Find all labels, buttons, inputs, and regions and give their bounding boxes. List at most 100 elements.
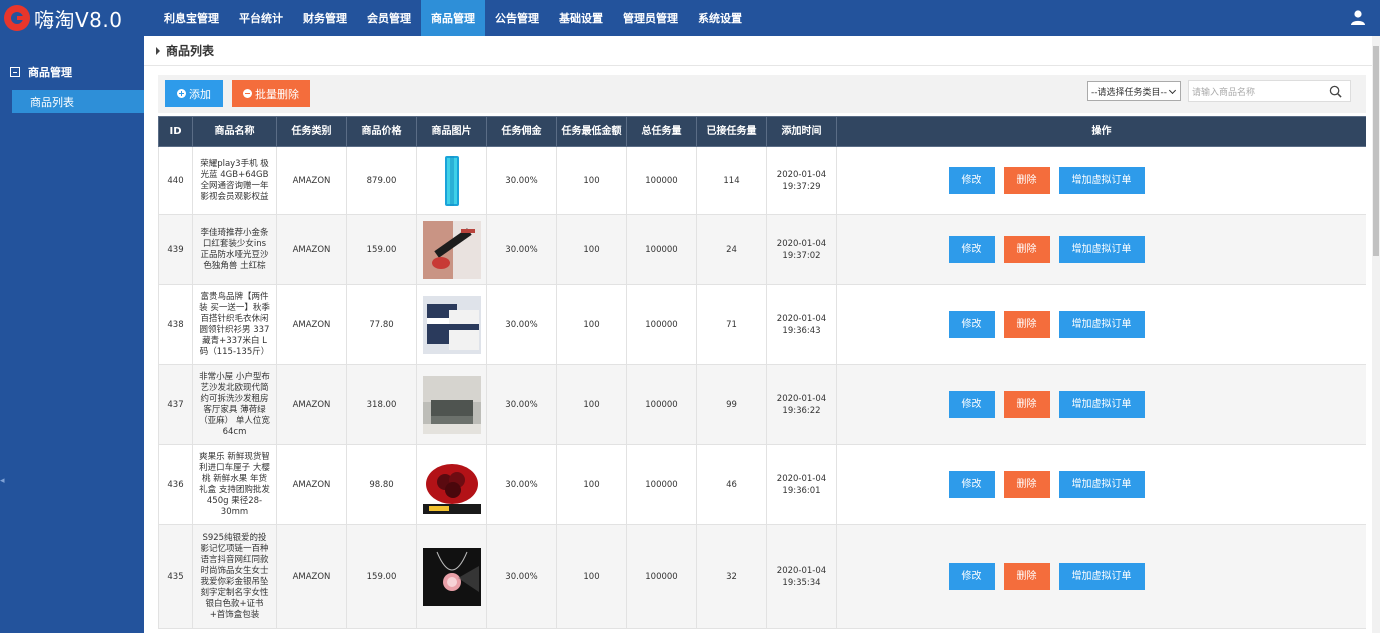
nav-item-interest[interactable]: 利息宝管理	[154, 0, 229, 36]
cell-id: 439	[158, 214, 193, 285]
add-virtual-order-button[interactable]: 增加虚拟订单	[1058, 471, 1145, 498]
cell-id: 440	[158, 146, 193, 215]
add-button-label: 添加	[189, 87, 211, 101]
cell-taken: 99	[696, 364, 767, 445]
necklace-image[interactable]	[422, 547, 481, 606]
app-logo[interactable]: 嗨淘V8.0	[0, 0, 150, 36]
nav-item-admins[interactable]: 管理员管理	[613, 0, 688, 36]
cell-total: 100000	[626, 146, 697, 215]
cell-category: AMAZON	[276, 146, 347, 215]
cell-category: AMAZON	[276, 524, 347, 629]
app-title: 嗨淘V8.0	[34, 7, 123, 32]
cell-actions: 修改 删除 增加虚拟订单	[836, 444, 1366, 525]
delete-button[interactable]: 删除	[1003, 236, 1050, 263]
edit-button[interactable]: 修改	[948, 236, 995, 263]
cell-date-day: 2020-01-04	[776, 393, 827, 404]
caret-right-icon	[156, 46, 160, 55]
table-row: 435 S925纯银爱的投影记忆项链一百种语言抖音网红同款时尚饰品女生女士我爱你彩…	[158, 524, 1366, 629]
delete-button[interactable]: 删除	[1003, 311, 1050, 338]
cell-min-amount: 100	[556, 524, 627, 629]
search-icon[interactable]	[1329, 85, 1342, 98]
cell-taken: 71	[696, 284, 767, 365]
cell-id: 438	[158, 284, 193, 365]
cell-date-time: 19:36:43	[782, 325, 821, 336]
search-input[interactable]: 请输入商品名称	[1188, 80, 1351, 102]
table-row: 440 荣耀play3手机 极光蓝 4GB+64GB 全网通咨询赠一年影视会员观影…	[158, 146, 1366, 215]
delete-button[interactable]: 删除	[1003, 563, 1050, 590]
sidebar-toggle-icon[interactable]: ◂	[0, 476, 6, 488]
cell-id: 437	[158, 364, 193, 445]
sidebar-item-product-list[interactable]: 商品列表	[12, 90, 144, 113]
cell-total: 100000	[626, 284, 697, 365]
edit-button[interactable]: 修改	[948, 471, 995, 498]
cell-image	[416, 444, 487, 525]
cell-price: 77.80	[346, 284, 417, 365]
sweater-image[interactable]	[422, 295, 481, 354]
cell-min-amount: 100	[556, 364, 627, 445]
add-virtual-order-button[interactable]: 增加虚拟订单	[1058, 167, 1145, 194]
cell-category: AMAZON	[276, 214, 347, 285]
add-virtual-order-button[interactable]: 增加虚拟订单	[1058, 236, 1145, 263]
cell-date-time: 19:37:02	[782, 250, 821, 261]
col-name: 商品名称	[192, 116, 277, 147]
add-virtual-order-button[interactable]: 增加虚拟订单	[1058, 391, 1145, 418]
phone-image[interactable]	[422, 151, 481, 210]
main-content: 商品列表 添加 批量删除 --请选择任务类目-- 请输入商品名称 ID 商品名称…	[144, 36, 1372, 633]
sofa-image[interactable]	[422, 375, 481, 434]
cell-price: 318.00	[346, 364, 417, 445]
col-date: 添加时间	[766, 116, 837, 147]
collapse-icon	[10, 67, 20, 77]
lipstick-image[interactable]	[422, 220, 481, 279]
nav-item-members[interactable]: 会员管理	[357, 0, 421, 36]
add-virtual-order-button[interactable]: 增加虚拟订单	[1058, 311, 1145, 338]
nav-item-announcements[interactable]: 公告管理	[485, 0, 549, 36]
minus-circle-icon	[243, 89, 252, 98]
table-row: 436 爽果乐 新鲜现货智利进口车厘子 大樱桃 新鲜水果 年货礼盒 支持团购批发 …	[158, 444, 1366, 525]
sidebar-group-products[interactable]: 商品管理	[0, 36, 144, 80]
col-commission: 任务佣金	[486, 116, 557, 147]
col-price: 商品价格	[346, 116, 417, 147]
cell-category: AMAZON	[276, 364, 347, 445]
delete-button[interactable]: 删除	[1003, 471, 1050, 498]
cherry-image[interactable]	[422, 455, 481, 514]
scrollbar-thumb[interactable]	[1373, 46, 1379, 256]
batch-delete-label: 批量删除	[255, 87, 299, 101]
nav-item-system-settings[interactable]: 系统设置	[688, 0, 752, 36]
batch-delete-button[interactable]: 批量删除	[232, 80, 310, 107]
edit-button[interactable]: 修改	[948, 563, 995, 590]
cell-name: S925纯银爱的投影记忆项链一百种语言抖音网红同款时尚饰品女生女士我爱你彩金银吊…	[192, 524, 277, 629]
table-row: 437 非常小屋 小户型布艺沙发北欧现代简约可拆洗沙发租房客厅家具 薄荷绿（亚麻）…	[158, 364, 1366, 445]
edit-button[interactable]: 修改	[948, 167, 995, 194]
nav-item-platform-stats[interactable]: 平台统计	[229, 0, 293, 36]
nav-item-products[interactable]: 商品管理	[421, 0, 485, 36]
table-row: 439 李佳琦推荐小金条口红套装少女ins正品防水哑光豆沙色独角兽 土红棕 AMAZ…	[158, 214, 1366, 285]
sidebar: 商品管理 商品列表 ◂	[0, 36, 144, 633]
cell-date-time: 19:36:01	[782, 485, 821, 496]
edit-button[interactable]: 修改	[948, 391, 995, 418]
cell-price: 98.80	[346, 444, 417, 525]
top-navbar: 嗨淘V8.0 利息宝管理 平台统计 财务管理 会员管理 商品管理 公告管理 基础…	[0, 0, 1380, 36]
cell-total: 100000	[626, 364, 697, 445]
cell-taken: 24	[696, 214, 767, 285]
page-scrollbar[interactable]	[1372, 36, 1380, 633]
cell-category: AMAZON	[276, 284, 347, 365]
cell-id: 435	[158, 524, 193, 629]
col-min-amount: 任务最低金额	[556, 116, 627, 147]
cell-actions: 修改 删除 增加虚拟订单	[836, 364, 1366, 445]
cell-actions: 修改 删除 增加虚拟订单	[836, 524, 1366, 629]
user-icon[interactable]	[1350, 9, 1366, 25]
add-button[interactable]: 添加	[165, 80, 223, 107]
delete-button[interactable]: 删除	[1003, 167, 1050, 194]
category-select[interactable]: --请选择任务类目--	[1087, 81, 1181, 101]
cell-date: 2020-01-04 19:36:22	[766, 364, 837, 445]
cell-name: 荣耀play3手机 极光蓝 4GB+64GB 全网通咨询赠一年影视会员观影权益	[192, 146, 277, 215]
edit-button[interactable]: 修改	[948, 311, 995, 338]
nav-item-finance[interactable]: 财务管理	[293, 0, 357, 36]
cell-date-day: 2020-01-04	[776, 565, 827, 576]
delete-button[interactable]: 删除	[1003, 391, 1050, 418]
cell-name: 非常小屋 小户型布艺沙发北欧现代简约可拆洗沙发租房客厅家具 薄荷绿（亚麻） 单人…	[192, 364, 277, 445]
plus-circle-icon	[177, 89, 186, 98]
nav-item-basic-settings[interactable]: 基础设置	[549, 0, 613, 36]
add-virtual-order-button[interactable]: 增加虚拟订单	[1058, 563, 1145, 590]
cell-total: 100000	[626, 444, 697, 525]
